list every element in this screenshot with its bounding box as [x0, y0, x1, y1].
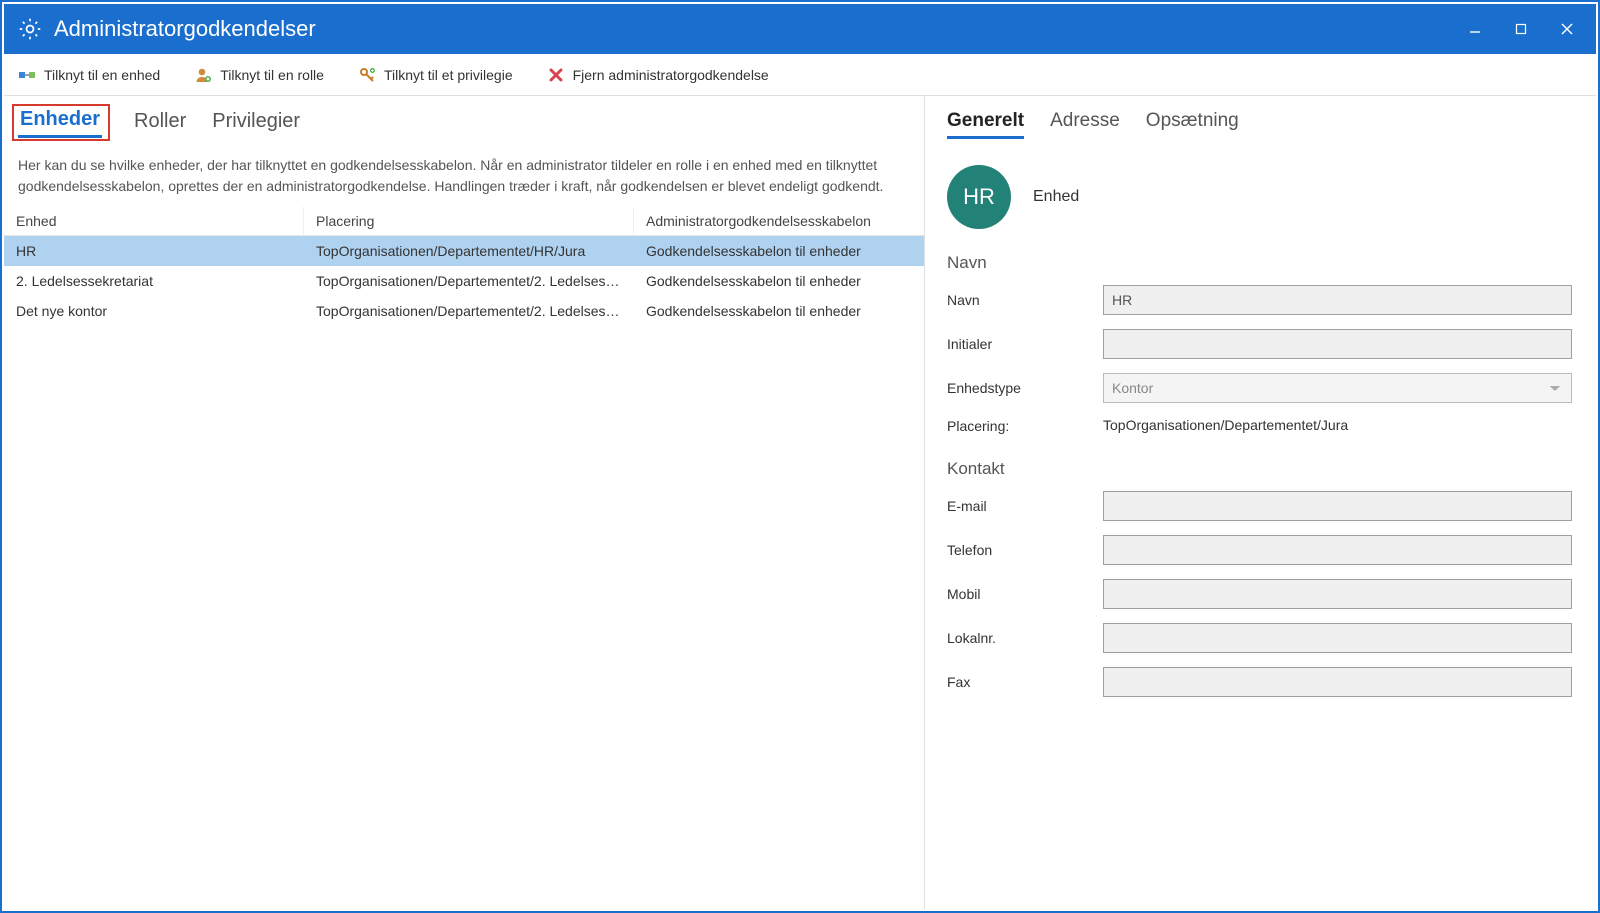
fax-field[interactable]	[1103, 667, 1572, 697]
tab-roller[interactable]: Roller	[132, 104, 188, 141]
cell-unit: Det nye kontor	[4, 296, 304, 326]
cell-placement: TopOrganisationen/Departementet/2. Ledel…	[304, 296, 634, 326]
highlighted-tab-frame: Enheder	[12, 104, 110, 141]
enhedstype-select[interactable]: Kontor	[1103, 373, 1572, 403]
label-fax: Fax	[947, 674, 1103, 690]
assign-privilege-button[interactable]: Tilknyt til et privilegie	[358, 66, 513, 84]
assign-priv-label: Tilknyt til et privilegie	[384, 67, 513, 83]
key-plus-icon	[358, 66, 376, 84]
label-mobil: Mobil	[947, 586, 1103, 602]
gear-icon	[16, 15, 44, 43]
minimize-button[interactable]	[1452, 4, 1498, 54]
close-button[interactable]	[1544, 4, 1590, 54]
col-enhed[interactable]: Enhed	[4, 207, 304, 236]
tab-enheder[interactable]: Enheder	[18, 102, 102, 138]
units-table: Enhed Placering Administratorgodkendelse…	[4, 207, 924, 326]
cell-template: Godkendelsesskabelon til enheder	[634, 296, 924, 326]
label-placering: Placering:	[947, 418, 1103, 434]
tab-opsaetning[interactable]: Opsætning	[1146, 110, 1239, 139]
assign-unit-button[interactable]: Tilknyt til en enhed	[18, 66, 160, 84]
cell-template: Godkendelsesskabelon til enheder	[634, 266, 924, 296]
window-title: Administratorgodkendelser	[54, 16, 1452, 42]
label-enhedstype: Enhedstype	[947, 380, 1103, 396]
telefon-field[interactable]	[1103, 535, 1572, 565]
label-email: E-mail	[947, 498, 1103, 514]
mobil-field[interactable]	[1103, 579, 1572, 609]
label-initialer: Initialer	[947, 336, 1103, 352]
placering-value: TopOrganisationen/Departementet/Jura	[1103, 417, 1348, 433]
person-plus-icon	[194, 66, 212, 84]
assign-unit-label: Tilknyt til en enhed	[44, 67, 160, 83]
maximize-button[interactable]	[1498, 4, 1544, 54]
right-panel: Generelt Adresse Opsætning HR Enhed Navn…	[924, 96, 1596, 909]
navn-field[interactable]	[1103, 285, 1572, 315]
section-kontakt: Kontakt	[947, 459, 1572, 479]
left-panel: Enheder Roller Privilegier Her kan du se…	[4, 96, 924, 909]
cell-unit: 2. Ledelsessekretariat	[4, 266, 304, 296]
assign-role-label: Tilknyt til en rolle	[220, 67, 324, 83]
assign-role-button[interactable]: Tilknyt til en rolle	[194, 66, 324, 84]
remove-approval-button[interactable]: Fjern administratorgodkendelse	[547, 66, 769, 84]
col-placering[interactable]: Placering	[304, 207, 634, 236]
titlebar: Administratorgodkendelser	[4, 4, 1596, 54]
tab-privilegier[interactable]: Privilegier	[210, 104, 302, 141]
cell-template: Godkendelsesskabelon til enheder	[634, 236, 924, 266]
avatar: HR	[947, 165, 1011, 229]
tab-generelt[interactable]: Generelt	[947, 110, 1024, 139]
entity-type-label: Enhed	[1033, 188, 1079, 206]
label-lokalnr: Lokalnr.	[947, 630, 1103, 646]
label-navn: Navn	[947, 292, 1103, 308]
lokalnr-field[interactable]	[1103, 623, 1572, 653]
label-telefon: Telefon	[947, 542, 1103, 558]
toolbar: Tilknyt til en enhed Tilknyt til en roll…	[4, 54, 1596, 96]
initialer-field[interactable]	[1103, 329, 1572, 359]
col-skabelon[interactable]: Administratorgodkendelsesskabelon	[634, 207, 924, 236]
cell-placement: TopOrganisationen/Departementet/2. Ledel…	[304, 266, 634, 296]
left-description: Her kan du se hvilke enheder, der har ti…	[4, 141, 924, 207]
cell-unit: HR	[4, 236, 304, 266]
email-field[interactable]	[1103, 491, 1572, 521]
remove-icon	[547, 66, 565, 84]
section-navn: Navn	[947, 253, 1572, 273]
cell-placement: TopOrganisationen/Departementet/HR/Jura	[304, 236, 634, 266]
tab-adresse[interactable]: Adresse	[1050, 110, 1120, 139]
remove-label: Fjern administratorgodkendelse	[573, 67, 769, 83]
link-unit-icon	[18, 66, 36, 84]
